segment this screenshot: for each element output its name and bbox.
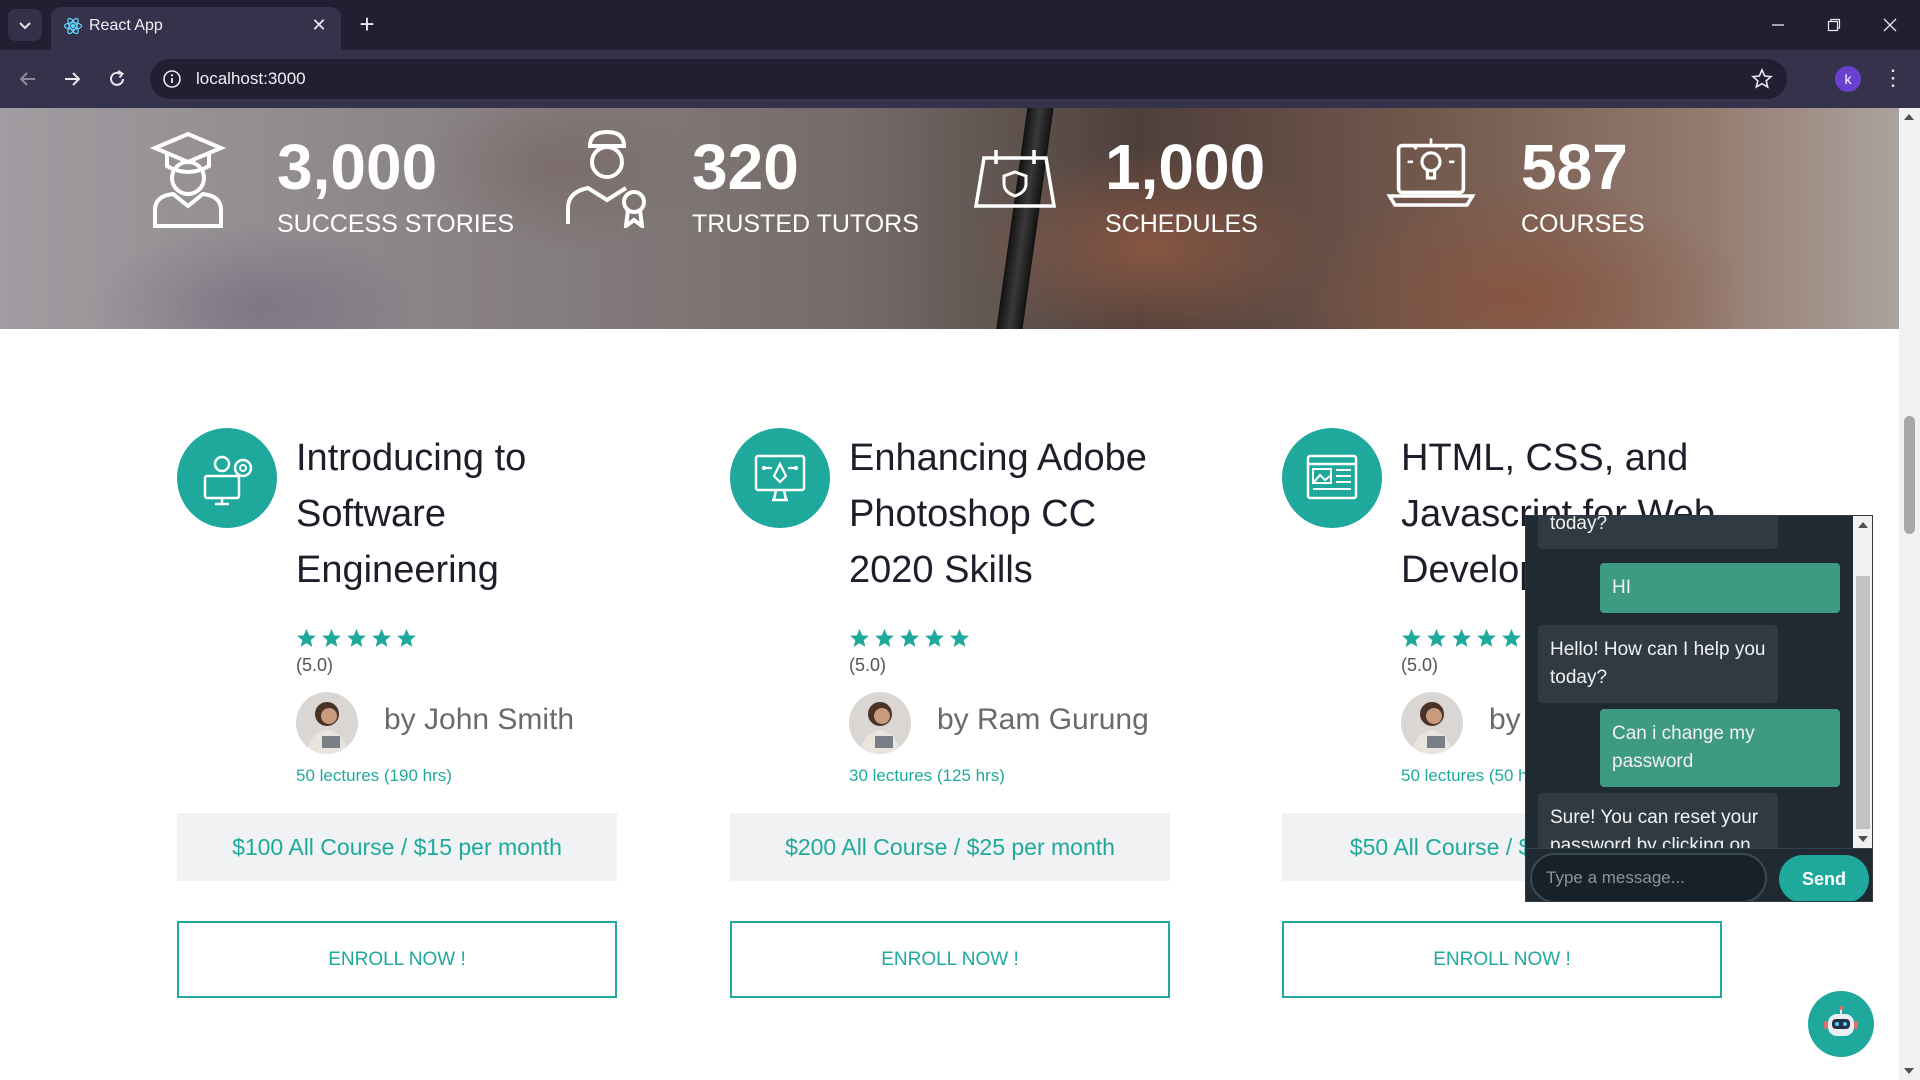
design-monitor-icon: [730, 428, 830, 528]
star-icon: [950, 629, 969, 647]
stat-courses: 587 COURSES: [1360, 108, 1760, 329]
star-icon: [1477, 629, 1496, 647]
course-card: Introducing to Software Engineering (5.0…: [177, 428, 617, 1028]
engineer-settings-icon: [177, 428, 277, 528]
page-scroll-thumb[interactable]: [1904, 416, 1915, 534]
schedule-icon: [973, 150, 1057, 208]
stat-success-stories: 3,000 SUCCESS STORIES: [0, 108, 520, 329]
star-icon: [875, 629, 894, 647]
bot-message: Hello! How can I help you today?: [1538, 625, 1778, 703]
bookmark-star-icon[interactable]: [1751, 68, 1773, 90]
stats-banner: 3,000 SUCCESS STORIES 320 TRUSTED TUTORS…: [0, 108, 1899, 329]
avatar: [296, 692, 358, 754]
star-icon: [1427, 629, 1446, 647]
user-message: HI: [1600, 563, 1840, 613]
star-icon: [1452, 629, 1471, 647]
stat-value: 3,000: [277, 131, 438, 203]
browser-toolbar: localhost:3000: [0, 50, 1920, 108]
stat-value: 587: [1521, 131, 1628, 203]
enroll-button[interactable]: ENROLL NOW !: [1282, 921, 1722, 998]
chat-scroll-thumb[interactable]: [1856, 576, 1870, 829]
tab-title: React App: [89, 17, 163, 34]
plus-icon[interactable]: +: [352, 10, 382, 40]
course-title[interactable]: Enhancing Adobe Photoshop CC 2020 Skills: [849, 430, 1179, 598]
bot-message: Sure! You can reset your password by cli…: [1538, 793, 1778, 848]
close-icon[interactable]: ✕: [307, 13, 331, 37]
star-icon: [925, 629, 944, 647]
user-message: Can i change my password: [1600, 709, 1840, 787]
page-scrollbar[interactable]: [1899, 108, 1920, 1080]
course-lectures: 30 lectures (125 hrs): [849, 766, 1005, 785]
bot-message: today?: [1538, 516, 1778, 549]
chat-window: today? HI Hello! How can I help you toda…: [1525, 515, 1873, 902]
scroll-up-icon[interactable]: [1904, 114, 1914, 120]
stat-value: 1,000: [1105, 131, 1266, 203]
stat-label: TRUSTED TUTORS: [692, 210, 919, 238]
browser-tab-strip: React App ✕ +: [0, 0, 1920, 50]
react-icon: [63, 17, 83, 35]
star-icon: [297, 629, 316, 647]
avatar: [1401, 692, 1463, 754]
avatar: [849, 692, 911, 754]
course-price: $100 All Course / $15 per month: [177, 813, 617, 881]
rating-stars: [296, 628, 417, 649]
course-rating: (5.0): [296, 655, 334, 675]
page-viewport: 3,000 SUCCESS STORIES 320 TRUSTED TUTORS…: [0, 108, 1899, 1080]
window-close-icon[interactable]: [1862, 0, 1918, 50]
stat-trusted-tutors: 320 TRUSTED TUTORS: [520, 108, 920, 329]
scroll-down-icon[interactable]: [1904, 1068, 1914, 1074]
scroll-down-icon[interactable]: [1858, 836, 1868, 842]
star-icon: [347, 629, 366, 647]
forward-icon[interactable]: [55, 62, 89, 96]
tutor-icon: [566, 129, 646, 228]
url-text: localhost:3000: [196, 69, 306, 88]
star-icon: [900, 629, 919, 647]
address-bar[interactable]: localhost:3000: [150, 59, 1787, 99]
star-icon: [397, 629, 416, 647]
stat-label: COURSES: [1521, 210, 1645, 238]
course-author: by Ram Gurung: [937, 703, 1149, 736]
scroll-up-icon[interactable]: [1858, 522, 1868, 528]
stat-value: 320: [692, 131, 799, 203]
graduate-icon: [149, 131, 227, 228]
web-layout-icon: [1282, 428, 1382, 528]
star-icon: [1402, 629, 1421, 647]
rating-stars: [1401, 628, 1522, 649]
send-button[interactable]: Send: [1779, 855, 1869, 901]
chat-message-input[interactable]: Type a message...: [1530, 853, 1767, 901]
chat-scrollbar[interactable]: [1853, 516, 1872, 848]
site-info-icon[interactable]: [162, 69, 182, 89]
chevron-down-icon: [19, 22, 31, 30]
course-price: $200 All Course / $25 per month: [730, 813, 1170, 881]
rating-stars: [849, 628, 970, 649]
star-icon: [850, 629, 869, 647]
star-icon: [1502, 629, 1521, 647]
minimize-icon[interactable]: [1750, 0, 1806, 50]
course-lectures: 50 lectures (190 hrs): [296, 766, 452, 785]
course-rating: (5.0): [849, 655, 887, 675]
tab-search-button[interactable]: [8, 9, 42, 41]
profile-avatar[interactable]: k: [1835, 66, 1861, 92]
chat-messages: today? HI Hello! How can I help you toda…: [1526, 516, 1852, 848]
enroll-button[interactable]: ENROLL NOW !: [177, 921, 617, 998]
laptop-idea-icon: [1386, 138, 1476, 207]
chat-input-row: Type a message... Send: [1526, 848, 1872, 901]
course-title[interactable]: Introducing to Software Engineering: [296, 430, 626, 598]
stat-label: SUCCESS STORIES: [277, 210, 515, 238]
chatbot-icon[interactable]: [1808, 991, 1874, 1057]
course-author: by John Smith: [384, 703, 575, 736]
course-card: Enhancing Adobe Photoshop CC 2020 Skills…: [730, 428, 1170, 1028]
reload-icon[interactable]: [100, 62, 134, 96]
more-icon[interactable]: ⋮: [1882, 66, 1904, 92]
browser-tab[interactable]: React App ✕: [51, 7, 341, 50]
restore-icon[interactable]: [1806, 0, 1862, 50]
stat-schedules: 1,000 SCHEDULES: [920, 108, 1360, 329]
star-icon: [322, 629, 341, 647]
back-icon[interactable]: [11, 62, 45, 96]
course-rating: (5.0): [1401, 655, 1439, 675]
stat-label: SCHEDULES: [1105, 210, 1258, 238]
enroll-button[interactable]: ENROLL NOW !: [730, 921, 1170, 998]
star-icon: [372, 629, 391, 647]
